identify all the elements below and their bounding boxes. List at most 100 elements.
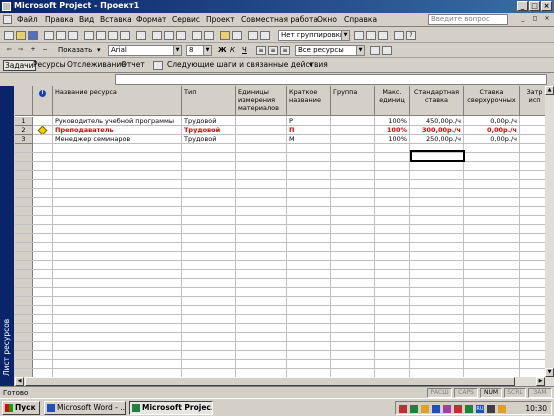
filter-select[interactable]: Все ресурсы ▼	[295, 45, 365, 56]
cell-indicator[interactable]	[33, 135, 53, 144]
gantt-wizard-icon[interactable]	[382, 46, 392, 55]
new-icon[interactable]	[4, 31, 14, 40]
cell-cost-use[interactable]	[520, 117, 545, 126]
select-all-corner[interactable]	[15, 86, 33, 116]
doc-minimize-icon[interactable]: _	[518, 15, 528, 24]
row-number[interactable]: 3	[15, 135, 33, 144]
guide-resources[interactable]: Ресурсы	[33, 60, 66, 69]
cell-std-rate[interactable]: 300,00р./ч	[410, 126, 464, 135]
ask-question-input[interactable]: Введите вопрос	[428, 14, 508, 25]
tray-app-icon-2[interactable]	[410, 405, 418, 413]
taskbar-word-button[interactable]: Microsoft Word - ...	[44, 401, 126, 415]
tray-app-icon-1[interactable]	[399, 405, 407, 413]
cell-indicator[interactable]	[33, 117, 53, 126]
format-painter-icon[interactable]	[120, 31, 130, 40]
cell-max-units[interactable]: 100%	[375, 135, 410, 144]
start-button[interactable]: Пуск	[2, 401, 40, 415]
cell-ovt-rate[interactable]: 0,00р./ч	[464, 126, 520, 135]
outdent-icon[interactable]: ⇦	[4, 46, 14, 55]
bold-button[interactable]: Ж	[218, 46, 227, 54]
spelling-icon[interactable]	[68, 31, 78, 40]
print-icon[interactable]	[44, 31, 54, 40]
guide-tasks[interactable]: Задачи	[3, 60, 36, 71]
minimize-button[interactable]: _	[517, 1, 528, 11]
selected-cell[interactable]	[410, 150, 465, 162]
folder-icon[interactable]	[220, 31, 230, 40]
paste-icon[interactable]	[108, 31, 118, 40]
align-right-icon[interactable]: ≡	[280, 46, 290, 55]
copy-wizard-icon[interactable]	[394, 31, 404, 40]
close-button[interactable]: ×	[541, 1, 552, 11]
tray-app-icon-5[interactable]	[443, 405, 451, 413]
maximize-button[interactable]: □	[529, 1, 540, 11]
column-header-std-rate[interactable]: Стандартная ставка	[410, 86, 464, 116]
column-header-ovt-rate[interactable]: Ставка сверхурочных	[464, 86, 520, 116]
scroll-down-icon[interactable]: ▼	[545, 368, 554, 377]
cell-name[interactable]: Менеджер семинаров	[53, 135, 182, 144]
show-dropdown-icon[interactable]: ▾	[97, 46, 101, 54]
tray-app-icon-7[interactable]	[465, 405, 473, 413]
guide-tracking[interactable]: Отслеживание	[67, 60, 126, 69]
vertical-scrollbar[interactable]: ▲ ▼	[545, 86, 554, 386]
zoom-in-icon[interactable]	[354, 31, 364, 40]
view-bar[interactable]: Лист ресурсов	[0, 86, 14, 386]
tray-app-icon-6[interactable]	[454, 405, 462, 413]
save-icon[interactable]	[28, 31, 38, 40]
menu-help[interactable]: Справка	[344, 15, 377, 24]
cell-max-units[interactable]: 100%	[375, 126, 410, 135]
cell-type[interactable]: Трудовой	[182, 126, 236, 135]
zoom-out-icon[interactable]	[366, 31, 376, 40]
scroll-left-icon[interactable]: ◀	[15, 377, 24, 386]
cell-initials[interactable]: Р	[287, 117, 331, 126]
tray-app-icon-4[interactable]	[432, 405, 440, 413]
scroll-up-icon[interactable]: ▲	[545, 86, 554, 95]
grouping-select[interactable]: Нет группировки ▼	[278, 30, 350, 41]
next-steps-dropdown-icon[interactable]: ▾	[309, 60, 313, 69]
cell-ovt-rate[interactable]: 0,00р./ч	[464, 135, 520, 144]
font-size-select[interactable]: 8 ▼	[186, 45, 212, 56]
align-center-icon[interactable]: ≡	[268, 46, 278, 55]
menu-edit[interactable]: Правка	[45, 15, 74, 24]
unlink-icon[interactable]	[164, 31, 174, 40]
cell-ovt-rate[interactable]: 0,00р./ч	[464, 117, 520, 126]
assign-resources-icon[interactable]	[232, 31, 242, 40]
font-select[interactable]: Arial ▼	[108, 45, 182, 56]
cell-group[interactable]	[331, 135, 375, 144]
cell-material-units[interactable]	[236, 135, 287, 144]
cell-indicator[interactable]	[33, 126, 53, 135]
cut-icon[interactable]	[84, 31, 94, 40]
menu-tools[interactable]: Сервис	[172, 15, 200, 24]
row-number[interactable]: 1	[15, 117, 33, 126]
column-header-type[interactable]: Тип	[182, 86, 236, 116]
cell-initials[interactable]: М	[287, 135, 331, 144]
cell-cost-use[interactable]	[520, 126, 545, 135]
menu-project[interactable]: Проект	[206, 15, 235, 24]
cell-type[interactable]: Трудовой	[182, 135, 236, 144]
column-header-cost-use[interactable]: Затр исп	[520, 86, 545, 116]
preview-icon[interactable]	[56, 31, 66, 40]
menu-insert[interactable]: Вставка	[100, 15, 132, 24]
cell-name[interactable]: Преподаватель	[53, 126, 182, 135]
entry-field[interactable]	[115, 74, 547, 85]
cell-max-units[interactable]: 100%	[375, 117, 410, 126]
cell-name[interactable]: Руководитель учебной программы	[53, 117, 182, 126]
align-left-icon[interactable]: ≡	[256, 46, 266, 55]
cell-material-units[interactable]	[236, 126, 287, 135]
column-header-max-units[interactable]: Макс. единиц	[375, 86, 410, 116]
guide-report[interactable]: Отчет	[121, 60, 145, 69]
scroll-right-icon[interactable]: ▶	[536, 377, 545, 386]
cell-group[interactable]	[331, 126, 375, 135]
volume-icon[interactable]	[498, 405, 506, 413]
doc-restore-icon[interactable]: ◻	[530, 15, 540, 24]
notes-icon[interactable]	[204, 31, 214, 40]
task-info-icon[interactable]	[192, 31, 202, 40]
horizontal-scrollbar[interactable]: ◀ ▶	[15, 377, 545, 386]
menu-file[interactable]: Файл	[17, 15, 38, 24]
cell-initials[interactable]: П	[287, 126, 331, 135]
menu-view[interactable]: Вид	[79, 15, 94, 24]
taskbar-project-button[interactable]: Microsoft Projec...	[129, 401, 213, 415]
column-header-name[interactable]: Название ресурса	[53, 86, 182, 116]
menu-format[interactable]: Формат	[136, 15, 166, 24]
guide-toggle-icon[interactable]	[153, 61, 163, 70]
link-icon[interactable]	[152, 31, 162, 40]
